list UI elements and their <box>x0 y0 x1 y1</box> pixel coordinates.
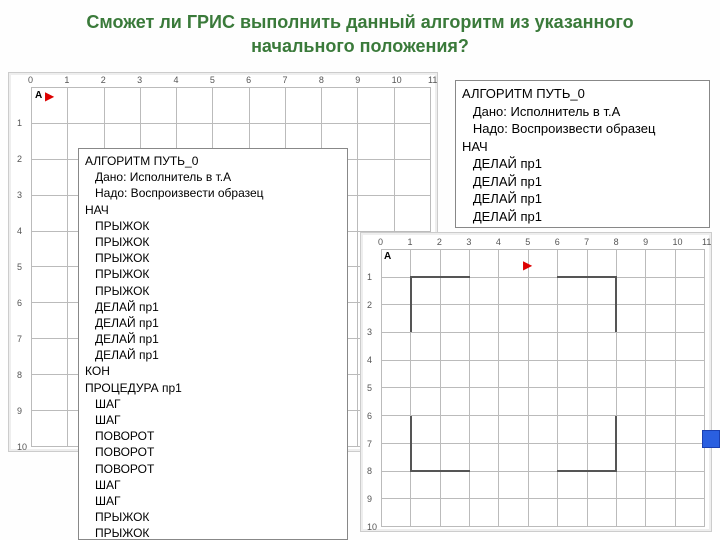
axis-number: 6 <box>17 298 22 308</box>
algo-line: ДЕЛАЙ пр1 <box>462 190 703 208</box>
axis-number: 11 <box>428 75 437 85</box>
axis-number: 10 <box>673 237 683 247</box>
path-segment <box>410 276 412 332</box>
algo-line: ПРЫЖОК <box>85 250 341 266</box>
axis-number: 7 <box>283 75 288 85</box>
axis-number: 7 <box>367 439 372 449</box>
axis-number: 3 <box>17 190 22 200</box>
algo-line: ПОВОРОТ <box>85 461 341 477</box>
path-segment <box>410 416 412 472</box>
algo-line: КОН <box>85 363 341 379</box>
title-line1: Сможет ли ГРИС выполнить данный алгоритм… <box>86 12 633 32</box>
axis-number: 10 <box>392 75 402 85</box>
right-grid-panel: 0123456789101112345678910 А ▶ <box>360 232 712 532</box>
axis-number: 5 <box>210 75 215 85</box>
algo-line: ПРЫЖОК <box>85 283 341 299</box>
algorithm-left-panel: АЛГОРИТМ ПУТЬ_0 Дано: Исполнитель в т.А … <box>78 148 348 540</box>
axis-number: 1 <box>407 237 412 247</box>
axis-number: 6 <box>367 411 372 421</box>
axis-number: 7 <box>584 237 589 247</box>
algo-line: Дано: Исполнитель в т.А <box>462 103 703 121</box>
title-line2: начального положения? <box>251 36 469 56</box>
algorithm-right-panel: АЛГОРИТМ ПУТЬ_0 Дано: Исполнитель в т.А … <box>455 80 710 228</box>
axis-number: 10 <box>367 522 377 532</box>
axis-number: 1 <box>64 75 69 85</box>
algo-line: ШАГ <box>85 477 341 493</box>
algo-line: КОН <box>462 225 703 228</box>
algo-line: ДЕЛАЙ пр1 <box>462 155 703 173</box>
page-title: Сможет ли ГРИС выполнить данный алгоритм… <box>0 0 720 65</box>
axis-number: 9 <box>367 494 372 504</box>
algo-line: АЛГОРИТМ ПУТЬ_0 <box>462 85 703 103</box>
algo-line: Дано: Исполнитель в т.А <box>85 169 341 185</box>
axis-number: 6 <box>246 75 251 85</box>
algo-line: ПРЫЖОК <box>85 234 341 250</box>
axis-number: 5 <box>525 237 530 247</box>
axis-number: 1 <box>367 272 372 282</box>
path-segment <box>557 276 617 278</box>
axis-number: 5 <box>17 262 22 272</box>
algo-line: ДЕЛАЙ пр1 <box>85 299 341 315</box>
algo-line: ПОВОРОТ <box>85 428 341 444</box>
axis-number: 4 <box>496 237 501 247</box>
axis-number: 9 <box>355 75 360 85</box>
right-grid: 0123456789101112345678910 А ▶ <box>381 249 705 527</box>
algo-line: Надо: Воспроизвести образец <box>462 120 703 138</box>
axis-number: 8 <box>614 237 619 247</box>
axis-number: 8 <box>17 370 22 380</box>
arrow-right-icon: ▶ <box>45 90 54 102</box>
algo-line: АЛГОРИТМ ПУТЬ_0 <box>85 153 341 169</box>
axis-number: 3 <box>466 237 471 247</box>
algo-line: ПОВОРОТ <box>85 444 341 460</box>
algo-line: НАЧ <box>85 202 341 218</box>
axis-number: 0 <box>378 237 383 247</box>
algo-line: ПРЫЖОК <box>85 266 341 282</box>
axis-number: 4 <box>17 226 22 236</box>
algo-line: ПРОЦЕДУРА пр1 <box>85 380 341 396</box>
axis-number: 5 <box>367 383 372 393</box>
axis-number: 6 <box>555 237 560 247</box>
axis-number: 9 <box>17 406 22 416</box>
path-segment <box>410 276 470 278</box>
algo-line: ДЕЛАЙ пр1 <box>462 208 703 226</box>
axis-number: 4 <box>367 355 372 365</box>
algo-line: ПРЫЖОК <box>85 509 341 525</box>
algo-line: ДЕЛАЙ пр1 <box>462 173 703 191</box>
algo-line: ШАГ <box>85 493 341 509</box>
axis-number: 11 <box>702 237 711 247</box>
axis-number: 4 <box>173 75 178 85</box>
algo-line: ПРЫЖОК <box>85 525 341 540</box>
axis-number: 2 <box>17 154 22 164</box>
algo-line: ДЕЛАЙ пр1 <box>85 315 341 331</box>
axis-number: 3 <box>137 75 142 85</box>
algo-line: ДЕЛАЙ пр1 <box>85 331 341 347</box>
axis-number: 8 <box>319 75 324 85</box>
algo-line: ШАГ <box>85 412 341 428</box>
algo-line: НАЧ <box>462 138 703 156</box>
axis-number: 1 <box>17 118 22 128</box>
axis-number: 2 <box>437 237 442 247</box>
axis-number: 9 <box>643 237 648 247</box>
algo-line: ШАГ <box>85 396 341 412</box>
axis-number: 2 <box>101 75 106 85</box>
arrow-right-icon: ▶ <box>523 259 532 271</box>
axis-number: 8 <box>367 466 372 476</box>
axis-number: 10 <box>17 442 27 452</box>
axis-number: 7 <box>17 334 22 344</box>
start-marker-a-left: А <box>35 90 42 101</box>
algo-line: ДЕЛАЙ пр1 <box>85 347 341 363</box>
path-segment <box>557 470 617 472</box>
axis-number: 0 <box>28 75 33 85</box>
path-segment <box>615 416 617 472</box>
path-segment <box>615 276 617 332</box>
axis-number: 3 <box>367 327 372 337</box>
axis-number: 2 <box>367 300 372 310</box>
start-marker-a-right: А <box>384 251 391 262</box>
path-segment <box>410 470 470 472</box>
algo-line: Надо: Воспроизвести образец <box>85 185 341 201</box>
algo-line: ПРЫЖОК <box>85 218 341 234</box>
right-grid-table <box>381 249 705 527</box>
side-tab[interactable] <box>702 430 720 448</box>
